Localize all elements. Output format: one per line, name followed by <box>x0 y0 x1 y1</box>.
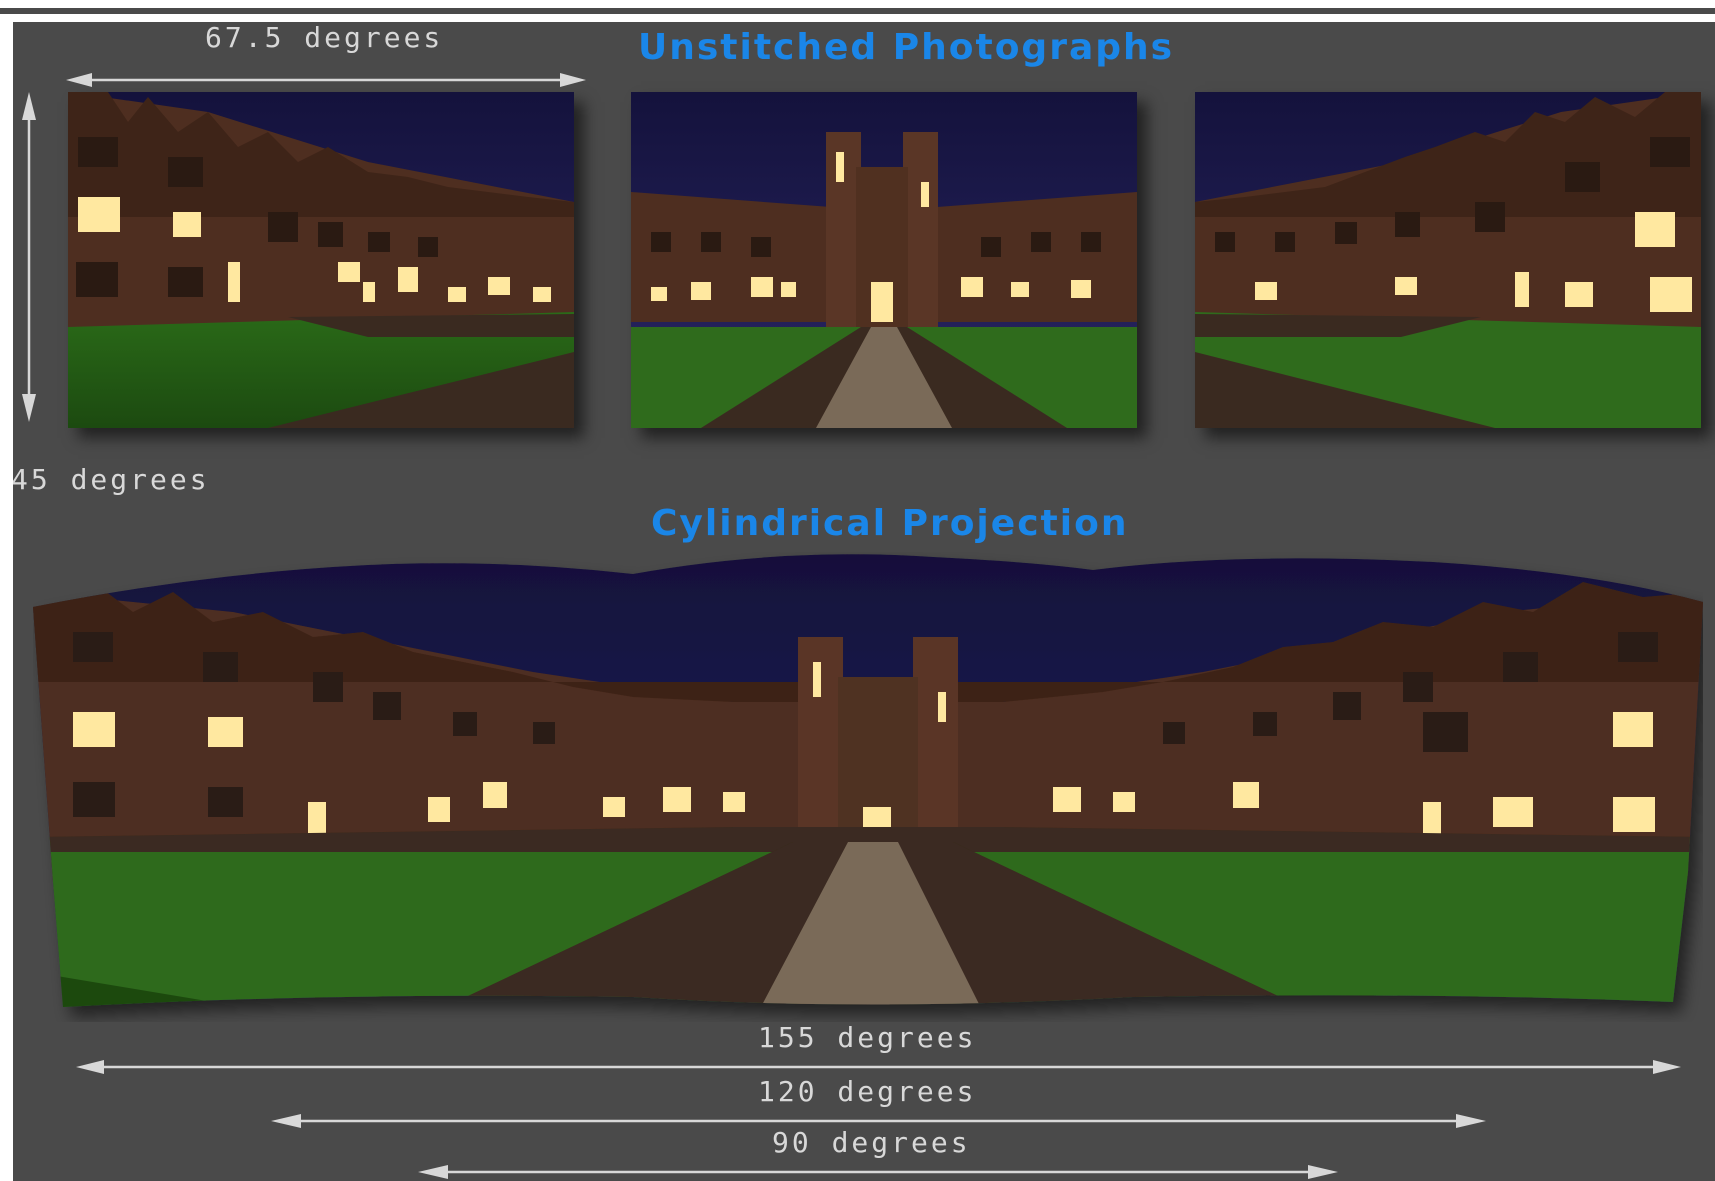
diagram-panel: 67.5 degrees Unstitched Photographs 45 d… <box>13 22 1715 1181</box>
panorama-image <box>33 554 1703 1007</box>
photo-right <box>1195 92 1701 428</box>
cylindrical-heading: Cylindrical Projection <box>651 503 1129 544</box>
photo-width-label: 67.5 degrees <box>205 22 444 54</box>
photo-left <box>68 92 574 428</box>
panorama-90-label: 90 degrees <box>772 1126 971 1159</box>
panorama-90-arrow-icon <box>418 1165 1338 1179</box>
top-rule <box>0 8 1715 14</box>
photo-center <box>631 92 1137 428</box>
unstitched-heading: Unstitched Photographs <box>638 27 1175 68</box>
photo-width-arrow-icon <box>66 73 586 87</box>
panorama-155-label: 155 degrees <box>758 1021 977 1054</box>
panorama-155-arrow-icon <box>76 1060 1681 1074</box>
panorama-120-label: 120 degrees <box>758 1075 977 1108</box>
photo-height-arrow-icon <box>22 92 36 422</box>
photo-height-label: 45 degrees <box>13 463 210 496</box>
top-border <box>0 0 1715 8</box>
